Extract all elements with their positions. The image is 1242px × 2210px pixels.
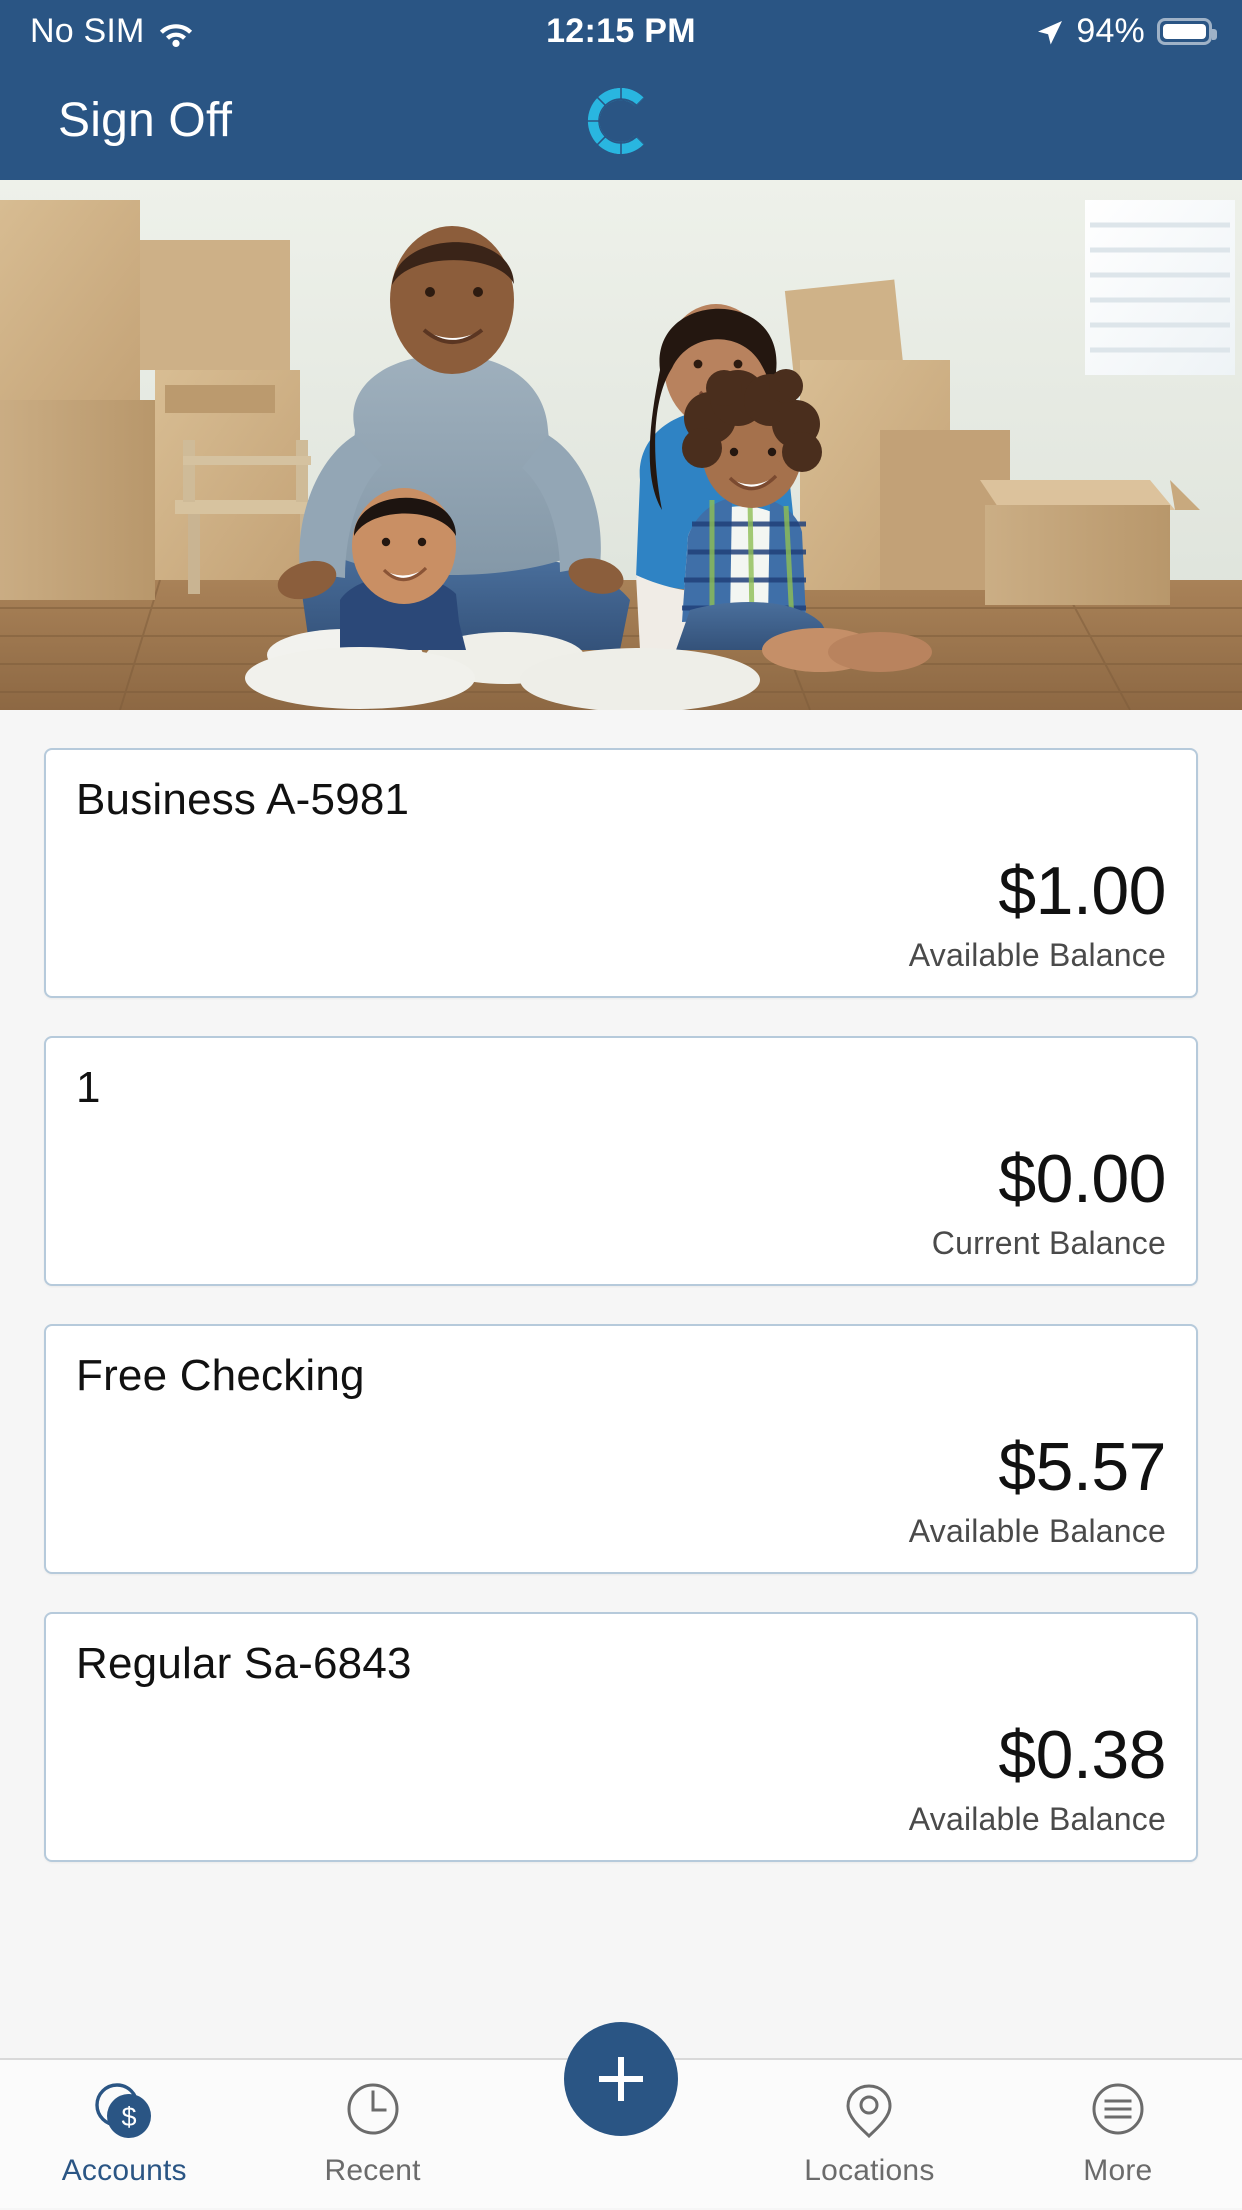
account-amount: $5.57 xyxy=(998,1429,1166,1505)
account-balance-label: Current Balance xyxy=(931,1225,1166,1261)
account-name: Regular Sa-6843 xyxy=(76,1639,412,1688)
tab-accounts-label: Accounts xyxy=(61,2154,187,2187)
status-bar-left: No SIM xyxy=(30,12,193,51)
battery-full-icon xyxy=(1157,17,1217,45)
status-bar: No SIM 12:15 PM 94% xyxy=(0,0,1242,62)
add-transaction-fab-button[interactable] xyxy=(564,2022,678,2136)
accounts-list: Business A-5981 $1.00 Available Balance … xyxy=(0,710,1242,1862)
status-bar-right: 94% xyxy=(1036,11,1217,51)
menu-circle-icon xyxy=(1081,2074,1155,2148)
account-name: Business A-5981 xyxy=(76,775,410,824)
battery-percent-label: 94% xyxy=(1076,11,1145,50)
nav-bar: Sign Off xyxy=(0,62,1242,180)
tab-accounts[interactable]: $ Accounts xyxy=(0,2060,248,2210)
bank-c-logo-icon xyxy=(585,85,657,157)
location-arrow-icon xyxy=(1036,17,1064,45)
account-name: 1 xyxy=(76,1063,101,1112)
sign-off-button[interactable]: Sign Off xyxy=(58,97,232,145)
tab-recent[interactable]: Recent xyxy=(248,2060,496,2210)
account-amount: $0.38 xyxy=(998,1717,1166,1793)
tab-locations[interactable]: Locations xyxy=(745,2060,993,2210)
account-amount: $0.00 xyxy=(998,1141,1166,1217)
account-balance-label: Available Balance xyxy=(908,1513,1166,1549)
map-pin-icon xyxy=(832,2074,906,2148)
tab-more[interactable]: More xyxy=(994,2060,1242,2210)
tab-locations-label: Locations xyxy=(804,2154,935,2187)
account-card[interactable]: Business A-5981 $1.00 Available Balance xyxy=(44,748,1198,998)
plus-icon xyxy=(593,2051,649,2107)
account-card[interactable]: 1 $0.00 Current Balance xyxy=(44,1036,1198,1286)
account-balance-label: Available Balance xyxy=(908,937,1166,973)
tab-more-label: More xyxy=(1083,2154,1153,2187)
account-card[interactable]: Regular Sa-6843 $0.38 Available Balance xyxy=(44,1612,1198,1862)
hero-banner-image xyxy=(0,180,1242,710)
coins-dollar-icon: $ xyxy=(87,2074,161,2148)
app-screen: No SIM 12:15 PM 94% Sign Off Business A-… xyxy=(0,0,1242,2208)
clock-icon xyxy=(336,2074,410,2148)
account-balance-label: Available Balance xyxy=(908,1801,1166,1837)
account-balance-block: $5.57 Available Balance xyxy=(76,1429,1167,1550)
wifi-icon xyxy=(159,18,193,47)
svg-text:$: $ xyxy=(122,2102,137,2132)
account-card[interactable]: Free Checking $5.57 Available Balance xyxy=(44,1324,1198,1574)
account-balance-block: $0.38 Available Balance xyxy=(76,1717,1167,1838)
account-balance-block: $1.00 Available Balance xyxy=(76,853,1167,974)
account-name: Free Checking xyxy=(76,1351,365,1400)
account-balance-block: $0.00 Current Balance xyxy=(76,1141,1167,1262)
carrier-label: No SIM xyxy=(30,11,145,50)
account-amount: $1.00 xyxy=(998,853,1166,929)
tab-recent-label: Recent xyxy=(324,2154,421,2187)
